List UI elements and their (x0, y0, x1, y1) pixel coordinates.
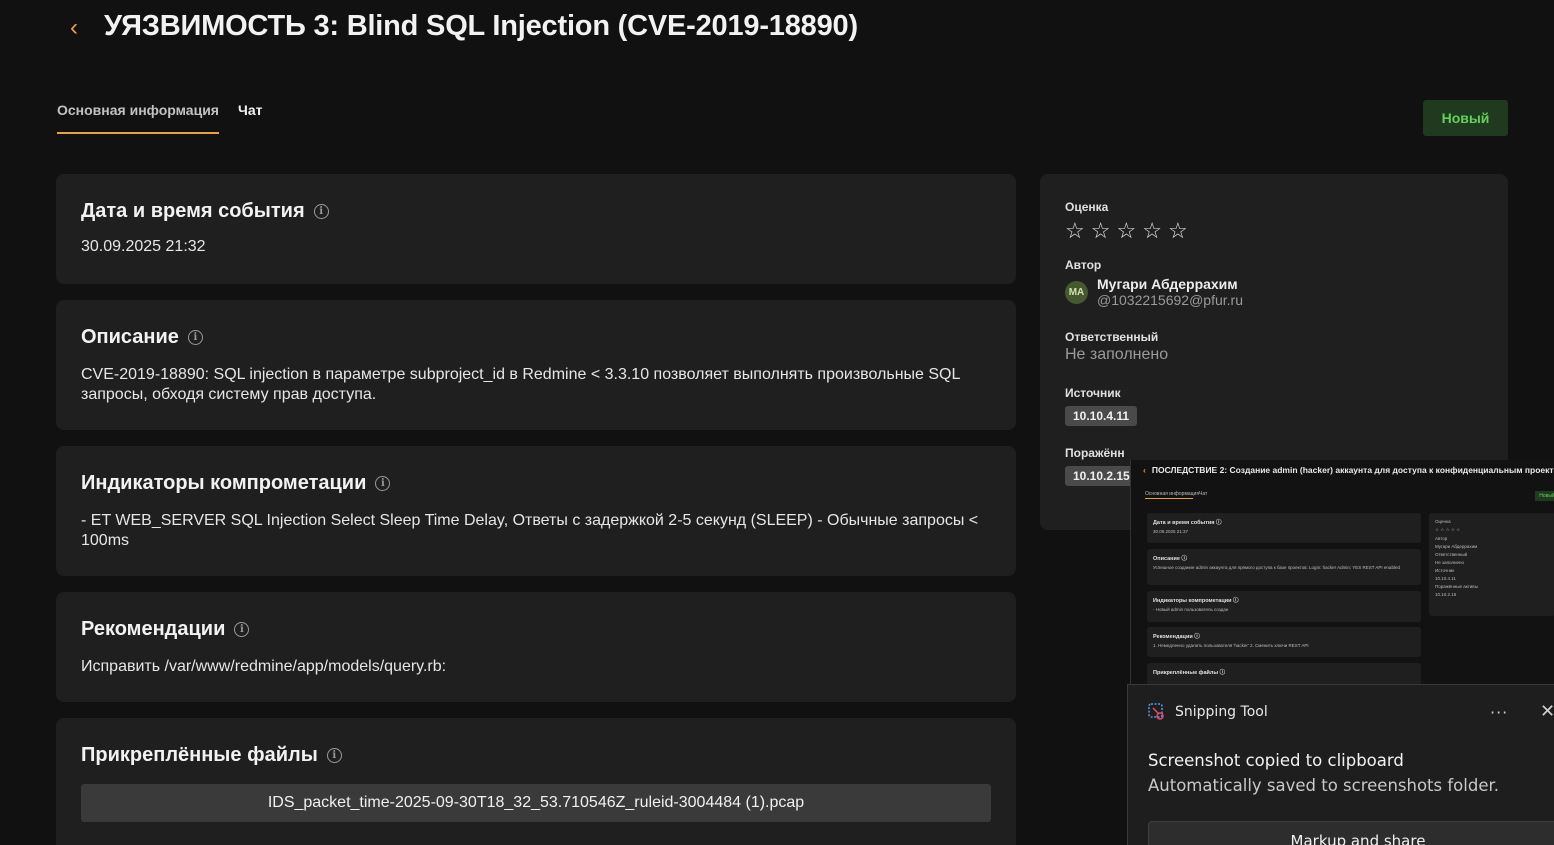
datetime-card: Дата и время события i 30.09.2025 21:32 (56, 174, 1016, 284)
author-label: Автор (1065, 258, 1102, 272)
recommendations-title-text: Рекомендации (81, 618, 226, 640)
toast-app-header: Snipping Tool (1148, 703, 1268, 721)
description-title-text: Описание (81, 326, 179, 348)
thumbnail-tab-chat: Чат (1199, 491, 1208, 497)
snipping-tool-icon (1148, 703, 1166, 721)
star-icon[interactable]: ☆ (1091, 220, 1111, 242)
toast-app-name: Snipping Tool (1175, 704, 1268, 720)
author-email: @1032215692@pfur.ru (1097, 292, 1243, 308)
thumbnail-title: ‹ ПОСЛЕДСТВИЕ 2: Создание admin (hacker) … (1143, 465, 1554, 475)
toast-heading: Screenshot copied to clipboard (1148, 751, 1404, 770)
thumbnail-card-title: Дата и время события ⓘ (1153, 520, 1222, 526)
thumbnail-card: Дата и время события ⓘ 30.09.2025 21:37 (1147, 513, 1421, 543)
star-icon[interactable]: ☆ (1142, 220, 1162, 242)
indicators-text: - ET WEB_SERVER SQL Injection Select Sle… (81, 512, 979, 549)
description-card: Описание i CVE-2019-18890: SQL injection… (56, 300, 1016, 430)
thumbnail-card-text: 1. Немедленно удалить пользователя 'hack… (1153, 643, 1309, 648)
markup-and-share-button[interactable]: Markup and share (1148, 821, 1554, 845)
thumbnail-side-line: Источник (1435, 568, 1455, 573)
status-button[interactable]: Новый (1423, 100, 1508, 136)
datetime-value: 30.09.2025 21:32 (81, 238, 206, 255)
indicators-title-text: Индикаторы компрометации (81, 472, 367, 494)
thumbnail-card-text: 30.09.2025 21:37 (1153, 529, 1189, 534)
affected-tag: 10.10.2.15 (1065, 466, 1138, 486)
thumbnail-card-title: Рекомендации ⓘ (1153, 634, 1200, 640)
back-chevron-icon: ‹ (1143, 465, 1146, 475)
thumbnail-card: Рекомендации ⓘ 1. Немедленно удалить пол… (1147, 627, 1421, 657)
description-card-title: Описание i (81, 326, 991, 349)
thumbnail-status: Новый (1535, 491, 1554, 501)
page-header: ‹ УЯЗВИМОСТЬ 3: Blind SQL Injection (CVE… (0, 0, 1554, 60)
rating-stars: ☆ ☆ ☆ ☆ ☆ (1065, 220, 1483, 242)
recommendations-card-title: Рекомендации i (81, 618, 991, 641)
recommendations-card: Рекомендации i Исправить /var/www/redmin… (56, 592, 1016, 702)
thumbnail-card-title: Прикреплённые файлы ⓘ (1153, 670, 1226, 676)
thumbnail-side-line: 10.10.4.11 (1435, 576, 1456, 581)
thumbnail-side-line: Мугари Абдеррахим (1435, 544, 1478, 549)
files-title-text: Прикреплённые файлы (81, 744, 318, 766)
thumbnail-side-line: 10.10.2.15 (1435, 592, 1457, 597)
close-icon[interactable]: ✕ (1540, 701, 1554, 722)
thumbnail-tab-main: Основная информация (1145, 491, 1200, 497)
info-icon[interactable]: i (187, 330, 203, 345)
attached-file-button[interactable]: IDS_packet_time-2025-09-30T18_32_53.7105… (81, 784, 991, 822)
thumbnail-card-title: Индикаторы компрометации ⓘ (1153, 598, 1239, 604)
star-icon[interactable]: ☆ (1116, 220, 1136, 242)
description-text: CVE-2019-18890: SQL injection в параметр… (81, 366, 960, 403)
back-chevron-icon[interactable]: ‹ (62, 14, 86, 42)
rating-label: Оценка (1065, 200, 1109, 214)
thumbnail-side-line: Оценка (1435, 519, 1451, 524)
tab-main-info[interactable]: Основная информация (57, 96, 219, 134)
more-options-icon[interactable]: ··· (1490, 703, 1508, 722)
thumbnail-card: Прикреплённые файлы ⓘ (1147, 663, 1421, 685)
thumbnail-sidebar: Оценка ☆ ☆ ☆ ☆ ☆ Автор Мугари Абдеррахим… (1429, 513, 1554, 616)
screenshot-thumbnail[interactable]: ‹ ПОСЛЕДСТВИЕ 2: Создание admin (hacker) … (1130, 460, 1554, 685)
files-card-title: Прикреплённые файлы i (81, 744, 991, 767)
affected-label: Поражённ (1065, 446, 1125, 460)
thumbnail-side-line: ☆ ☆ ☆ ☆ ☆ (1435, 527, 1461, 532)
info-icon[interactable]: i (234, 622, 250, 637)
thumbnail-side-line: Ответственный (1435, 552, 1468, 557)
info-icon[interactable]: i (375, 476, 391, 491)
datetime-title-text: Дата и время события (81, 200, 305, 222)
thumbnail-side-line: Не заполнено (1435, 560, 1465, 565)
snipping-tool-toast[interactable]: Snipping Tool ··· ✕ Screenshot copied to… (1127, 684, 1554, 845)
star-icon[interactable]: ☆ (1065, 220, 1085, 242)
recommendations-text: Исправить /var/www/redmine/app/models/qu… (81, 658, 447, 675)
source-label: Источник (1065, 386, 1121, 400)
avatar: МА (1065, 280, 1088, 304)
tab-bar: Основная информация Чат (57, 96, 262, 136)
datetime-card-title: Дата и время события i (81, 200, 991, 223)
thumbnail-title-text: ПОСЛЕДСТВИЕ 2: Создание admin (hacker) а… (1151, 465, 1554, 475)
author-block: МА Мугари Абдеррахим @1032215692@pfur.ru (1065, 276, 1483, 308)
author-name: Мугари Абдеррахим (1097, 276, 1238, 292)
thumbnail-card-text: - Новый admin пользователь создан (1153, 607, 1229, 612)
source-tag: 10.10.4.11 (1065, 406, 1138, 426)
indicators-card-title: Индикаторы компрометации i (81, 472, 991, 495)
thumbnail-card-text: Успешное создание admin аккаунта для пря… (1153, 565, 1400, 570)
thumbnail-tab-underline (1145, 498, 1193, 499)
responsible-label: Ответственный (1065, 330, 1159, 344)
responsible-value[interactable]: Не заполнено (1065, 346, 1483, 364)
thumbnail-side-line: Автор (1435, 536, 1448, 541)
thumbnail-side-line: Поражённые активы (1435, 584, 1478, 589)
thumbnail-card-title: Описание ⓘ (1153, 556, 1187, 562)
info-icon[interactable]: i (313, 204, 329, 219)
info-icon[interactable]: i (326, 748, 342, 763)
tab-chat[interactable]: Чат (238, 96, 262, 134)
thumbnail-card: Индикаторы компрометации ⓘ - Новый admin… (1147, 591, 1421, 622)
page-title: УЯЗВИМОСТЬ 3: Blind SQL Injection (CVE-2… (104, 10, 858, 42)
star-icon[interactable]: ☆ (1168, 220, 1188, 242)
files-card: Прикреплённые файлы i IDS_packet_time-20… (56, 718, 1016, 845)
toast-body: Automatically saved to screenshots folde… (1148, 776, 1499, 795)
thumbnail-card: Описание ⓘ Успешное создание admin аккау… (1147, 549, 1421, 585)
indicators-card: Индикаторы компрометации i - ET WEB_SERV… (56, 446, 1016, 576)
